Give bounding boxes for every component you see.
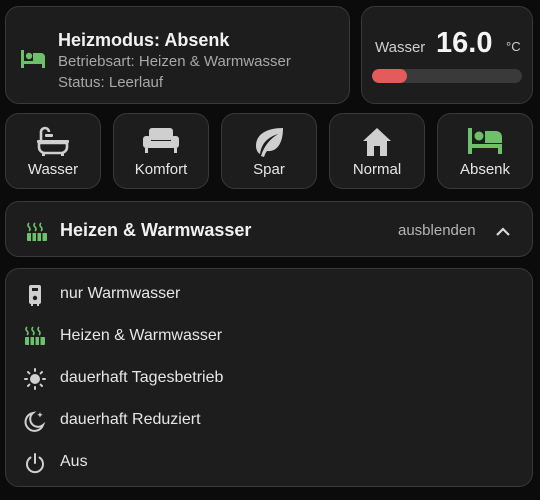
mode-button-normal[interactable]: Normal xyxy=(329,113,425,189)
bed-icon xyxy=(466,126,504,161)
list-item-heizen-warmwasser[interactable]: Heizen & Warmwasser xyxy=(6,317,532,357)
bed-icon xyxy=(20,49,46,74)
water-label: Wasser xyxy=(375,39,426,56)
water-heater-icon xyxy=(24,284,46,306)
bathtub-icon xyxy=(35,126,71,161)
water-temperature-bar-fill xyxy=(372,69,407,83)
option-label: Aus xyxy=(60,453,88,470)
option-label: dauerhaft Reduziert xyxy=(60,411,201,428)
list-item-nur-warmwasser[interactable]: nur Warmwasser xyxy=(6,275,532,315)
mode-button-absenk[interactable]: Absenk xyxy=(437,113,533,189)
heating-status-card[interactable]: Heizmodus: Absenk Betriebsart: Heizen & … xyxy=(5,6,350,104)
option-label: nur Warmwasser xyxy=(60,285,181,302)
moon-star-icon xyxy=(24,410,46,432)
mode-label: Absenk xyxy=(459,161,511,178)
mode-label: Spar xyxy=(253,161,285,178)
mode-button-spar[interactable]: Spar xyxy=(221,113,317,189)
power-icon xyxy=(24,452,46,474)
temperature-unit: °C xyxy=(506,39,521,54)
water-temperature-card[interactable]: Wasser 16.0 °C xyxy=(361,6,533,104)
mode-button-wasser[interactable]: Wasser xyxy=(5,113,101,189)
sun-icon xyxy=(24,368,46,390)
water-temperature-bar xyxy=(372,69,522,83)
option-label: Heizen & Warmwasser xyxy=(60,327,223,344)
expander-title: Heizen & Warmwasser xyxy=(60,220,252,240)
mode-button-komfort[interactable]: Komfort xyxy=(113,113,209,189)
list-item-dauerhaft-tagesbetrieb[interactable]: dauerhaft Tagesbetrieb xyxy=(6,359,532,399)
sofa-icon xyxy=(141,126,181,159)
leaf-icon xyxy=(252,126,286,163)
chevron-up-icon[interactable] xyxy=(495,224,511,242)
mode-label: Komfort xyxy=(134,161,188,178)
mode-label: Wasser xyxy=(27,161,79,178)
mode-label: Normal xyxy=(352,161,402,178)
operating-mode-text: Betriebsart: Heizen & Warmwasser xyxy=(58,53,291,70)
radiator-heat-icon xyxy=(26,222,48,247)
collapse-label[interactable]: ausblenden xyxy=(398,222,476,239)
option-label: dauerhaft Tagesbetrieb xyxy=(60,369,224,386)
home-icon xyxy=(361,126,393,163)
radiator-heat-icon xyxy=(24,326,46,348)
heating-mode-title: Heizmodus: Absenk xyxy=(58,30,230,50)
list-item-dauerhaft-reduziert[interactable]: dauerhaft Reduziert xyxy=(6,401,532,441)
status-text: Status: Leerlauf xyxy=(58,74,164,91)
heating-mode-expander-header[interactable]: Heizen & Warmwasser ausblenden xyxy=(5,201,533,257)
list-item-aus[interactable]: Aus xyxy=(6,443,532,483)
water-temperature-value: 16.0 xyxy=(436,27,493,59)
heating-mode-options-list: nur Warmwasser Heizen & Warmwasser dauer… xyxy=(5,268,533,487)
